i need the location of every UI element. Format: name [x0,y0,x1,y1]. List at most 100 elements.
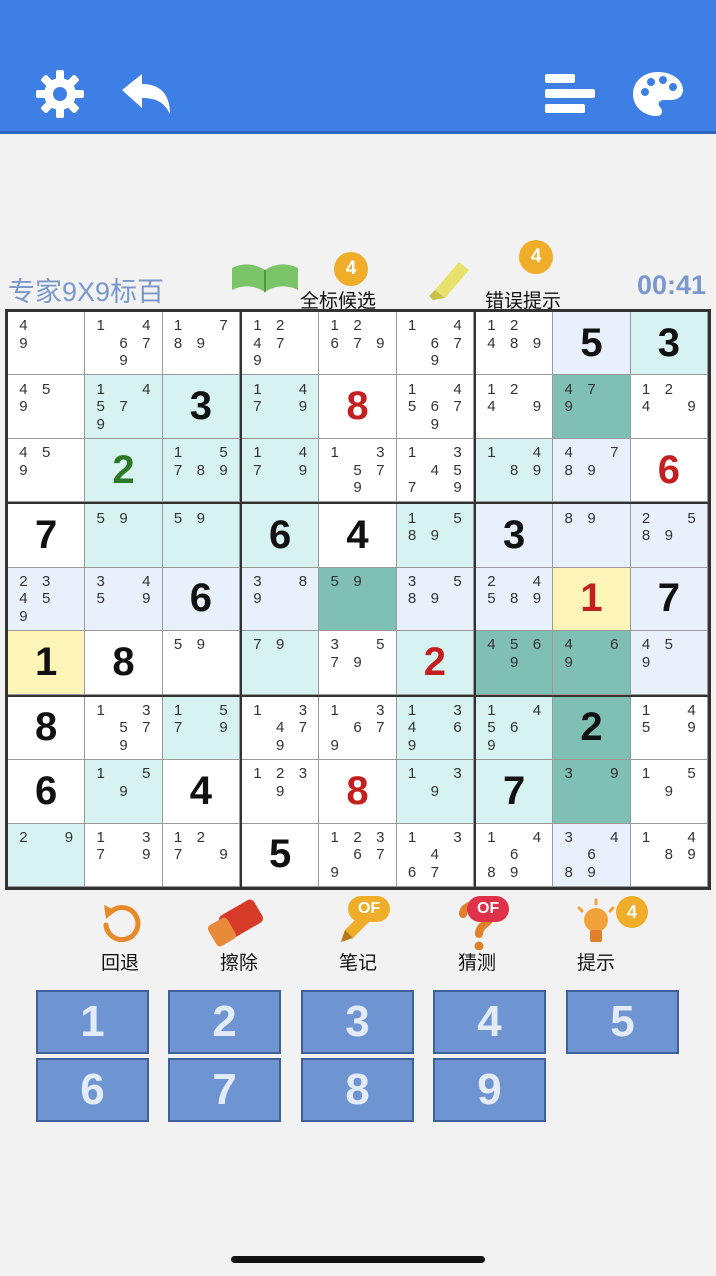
sudoku-cell[interactable]: 1 [8,631,86,695]
sudoku-cell[interactable]: 49 [8,312,86,376]
sudoku-cell[interactable]: 6 [162,567,240,632]
sudoku-cell[interactable]: 1589 [396,504,474,568]
sudoku-cell[interactable]: 1 3579 [319,438,397,503]
sudoku-cell[interactable]: 1 367 9 [319,696,397,761]
notes-button[interactable]: OF 笔记 [308,892,408,982]
undo-top-button[interactable] [116,64,176,124]
sudoku-cell[interactable]: 6 [242,504,320,568]
sudoku-cell[interactable]: 7 [476,760,554,824]
guess-button[interactable]: OF 猜测 [427,892,527,982]
sudoku-cell[interactable]: 124 9 [630,375,708,439]
sudoku-cell[interactable]: 8 [319,375,397,439]
number-key-7[interactable]: 7 [168,1058,281,1122]
sudoku-cell[interactable]: 1 4 7 9 [242,375,320,439]
sudoku-cell[interactable]: 3 4 5 9 [85,567,163,632]
sudoku-cell[interactable]: 2 4 589 [476,567,554,632]
sudoku-cell[interactable]: 59 [319,567,397,632]
number-key-4[interactable]: 4 [433,990,546,1054]
sudoku-cell[interactable]: 4 6 9 [553,631,631,695]
number-key-9[interactable]: 9 [433,1058,546,1122]
sudoku-cell[interactable]: 3 8 9 [242,567,320,632]
sudoku-cell[interactable]: 7 [630,567,708,632]
number-key-6[interactable]: 6 [36,1058,149,1122]
sudoku-cell[interactable]: 3 [162,375,240,439]
settings-button[interactable] [30,64,90,124]
sudoku-cell[interactable]: 2 [396,631,474,695]
sudoku-cell[interactable]: 23459 [8,567,86,632]
sudoku-cell[interactable]: 479 [553,375,631,439]
number-key-2[interactable]: 2 [168,990,281,1054]
sudoku-cell[interactable]: 2 5 89 [630,504,708,568]
sudoku-cell[interactable]: 124 9 [476,375,554,439]
sudoku-cell[interactable]: 1 4689 [476,823,554,887]
sudoku-cell[interactable]: 1 4 7 9 [242,438,320,503]
number-key-5[interactable]: 5 [566,990,679,1054]
sudoku-cell[interactable]: 127 9 [162,823,240,887]
sudoku-cell[interactable]: 12679 [319,312,397,376]
stats-button[interactable] [540,64,600,124]
number-key-1[interactable]: 1 [36,990,149,1054]
sudoku-cell[interactable]: 3 4689 [553,823,631,887]
number-key-8[interactable]: 8 [301,1058,414,1122]
sudoku-cell[interactable]: 29 [8,823,86,887]
undo-button[interactable]: 回退 [70,892,170,982]
sudoku-cell[interactable]: 39 [553,760,631,824]
sudoku-cell[interactable]: 5 [242,823,320,887]
sudoku-cell[interactable]: 1 4 569 [476,696,554,761]
error-hint-button[interactable]: 4 错误提示 [425,240,595,312]
sudoku-cell[interactable]: 1 4679 [85,312,163,376]
sudoku-cell[interactable]: 2 [85,438,163,503]
sudoku-cell[interactable]: 1 39 [396,760,474,824]
sudoku-cell[interactable]: 6 [8,760,86,824]
sudoku-cell[interactable]: 459 [8,375,86,439]
sudoku-cell[interactable]: 8 [8,696,86,761]
sudoku-cell[interactable]: 1 59 [630,760,708,824]
sudoku-cell[interactable]: 4 [319,504,397,568]
sudoku-cell[interactable]: 12489 [476,312,554,376]
sudoku-cell[interactable]: 5 [553,312,631,376]
sudoku-cell[interactable]: 3 5 89 [396,567,474,632]
sudoku-cell[interactable]: 1 4 5 9 [630,696,708,761]
sudoku-cell[interactable]: 59 [162,631,240,695]
sudoku-cell[interactable]: 459 [630,631,708,695]
sudoku-cell[interactable]: 6 [630,438,708,503]
sudoku-cell[interactable]: 1 3479 [242,696,320,761]
sudoku-cell[interactable]: 8 [319,760,397,824]
sudoku-cell[interactable]: 1 5 789 [162,438,240,503]
sudoku-cell[interactable]: 1 489 [476,438,554,503]
sudoku-cell[interactable]: 1 [553,567,631,632]
sudoku-cell[interactable]: 1579 [162,696,240,761]
hint-button[interactable]: 4 提示 [546,892,648,982]
sudoku-cell[interactable]: 1239 [242,760,320,824]
sudoku-cell[interactable]: 459 [8,438,86,503]
sudoku-cell[interactable]: 4569 [476,631,554,695]
sudoku-cell[interactable]: 1 59 [85,760,163,824]
sudoku-cell[interactable]: 1 3 4 6 9 [396,696,474,761]
sudoku-cell[interactable]: 3 [630,312,708,376]
sudoku-cell[interactable]: 2 [553,696,631,761]
sudoku-cell[interactable]: 1 4679 [396,312,474,376]
sudoku-cell[interactable]: 79 [242,631,320,695]
sudoku-cell[interactable]: 3 5 79 [319,631,397,695]
sudoku-cell[interactable]: 12479 [242,312,320,376]
sudoku-cell[interactable]: 1 3 7 9 [85,823,163,887]
sudoku-cell[interactable]: 89 [553,504,631,568]
sudoku-cell[interactable]: 4 [162,760,240,824]
sudoku-cell[interactable]: 1 4 5679 [396,375,474,439]
sudoku-cell[interactable]: 1 3579 [85,696,163,761]
sudoku-cell[interactable]: 1 489 [630,823,708,887]
sudoku-cell[interactable]: 12367 9 [319,823,397,887]
sudoku-cell[interactable]: 3 [476,504,554,568]
erase-button[interactable]: 擦除 [189,892,289,982]
sudoku-cell[interactable]: 1789 [162,312,240,376]
sudoku-cell[interactable]: 8 [85,631,163,695]
sudoku-cell[interactable]: 1 345 7 9 [396,438,474,503]
number-key-3[interactable]: 3 [301,990,414,1054]
sudoku-cell[interactable]: 7 [8,504,86,568]
sudoku-cell[interactable]: 1 3467 [396,823,474,887]
sudoku-cell[interactable]: 59 [162,504,240,568]
sudoku-cell[interactable]: 59 [85,504,163,568]
sudoku-cell[interactable]: 1 4 579 [85,375,163,439]
all-candidates-button[interactable]: 4 全标候选 [230,252,400,312]
theme-button[interactable] [628,64,688,124]
